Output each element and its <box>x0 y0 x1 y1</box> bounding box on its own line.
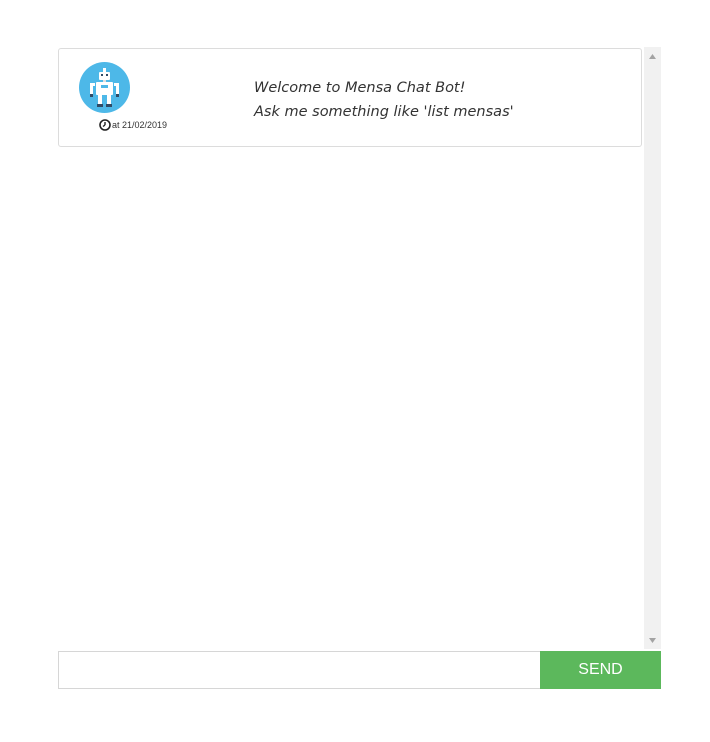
message-text: Welcome to Mensa Chat Bot! Ask me someth… <box>254 76 514 124</box>
scroll-up-arrow-icon[interactable] <box>644 49 661 63</box>
message-input[interactable] <box>58 651 540 689</box>
timestamp-text: at 21/02/2019 <box>112 120 168 130</box>
scroll-down-arrow-icon[interactable] <box>644 633 661 647</box>
input-row: SEND <box>58 651 661 689</box>
message-line: Ask me something like 'list mensas' <box>254 104 514 120</box>
message-timestamp: at 21/02/2019 <box>99 119 167 131</box>
robot-icon <box>90 68 119 107</box>
robot-avatar <box>79 62 130 113</box>
messages-area: at 21/02/2019 Welcome to Mensa Chat Bot!… <box>58 47 644 649</box>
message-line: Welcome to Mensa Chat Bot! <box>254 80 466 96</box>
bot-message-card: at 21/02/2019 Welcome to Mensa Chat Bot!… <box>58 48 642 147</box>
send-button[interactable]: SEND <box>540 651 661 689</box>
chat-window: at 21/02/2019 Welcome to Mensa Chat Bot!… <box>58 47 661 649</box>
messages-scrollbar[interactable] <box>644 47 661 649</box>
clock-icon <box>99 119 111 131</box>
